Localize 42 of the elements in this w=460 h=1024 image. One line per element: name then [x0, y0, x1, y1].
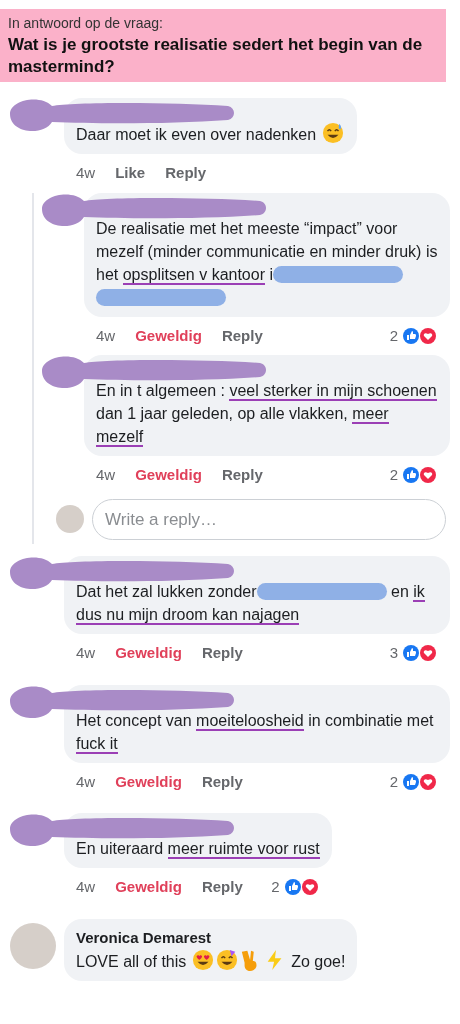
comment-time: 4w: [76, 771, 96, 792]
reaction-count: 2: [389, 465, 398, 485]
comment-text: Het concept van moeiteloosheid in combinatie met fuck it: [76, 710, 435, 755]
comment-text: Daar moet ik even over nadenken: [76, 122, 345, 146]
react-button[interactable]: Geweldig: [115, 642, 182, 665]
comment-time: 4w: [76, 877, 96, 897]
question-title: Wat is je grootste realisatie sedert het begin van de mastermind?: [8, 34, 424, 78]
reaction-icons[interactable]: [402, 772, 438, 791]
reply-button[interactable]: Reply: [165, 162, 207, 185]
reaction-count: 3: [389, 643, 398, 663]
react-button[interactable]: Geweldig: [135, 324, 202, 347]
reaction-icons[interactable]: [402, 644, 438, 663]
react-button[interactable]: Geweldig: [135, 464, 202, 487]
reaction-icons[interactable]: [402, 326, 438, 345]
reply-button[interactable]: Reply: [201, 642, 243, 665]
reply-button[interactable]: Reply: [201, 876, 243, 899]
comment-time: 4w: [76, 643, 96, 663]
comment-text: Dat het zal lukken zonder en ik dus nu mijn droom kan najagen: [76, 582, 426, 626]
reaction-count: 2: [389, 771, 398, 792]
heart-eyes-emoji-icon: [191, 949, 214, 971]
reaction-icons[interactable]: [283, 878, 320, 897]
comment-text: En in t algemeen : veel sterker in mijn schoenen dan 1 jaar geleden, op alle vlakken, meer mezelf: [96, 381, 438, 448]
reaction-icons[interactable]: [402, 466, 438, 485]
comment-text: De realisatie met het meeste “impact” voor mezelf (minder communicatie en minder druk) is het opsplitsen v kantoor i: [96, 216, 438, 309]
comment-time: 4w: [96, 325, 116, 346]
reply-button[interactable]: Reply: [201, 770, 243, 793]
react-button[interactable]: Geweldig: [115, 770, 182, 793]
react-button[interactable]: Like: [115, 162, 146, 185]
smiling-face-emoji-icon: [321, 122, 344, 144]
reply-button[interactable]: Reply: [221, 464, 263, 487]
react-button[interactable]: Geweldig: [115, 876, 182, 899]
author-name[interactable]: Veronica Demarest: [76, 926, 346, 949]
comment-text: En uiteraard meer ruimte voor rust: [76, 839, 320, 860]
reply-button[interactable]: Reply: [221, 324, 263, 347]
question-intro: In antwoord op de vraag:: [8, 14, 164, 33]
party-face-emoji-icon: [215, 949, 238, 971]
comment-time: 4w: [96, 465, 116, 485]
comment-time: 4w: [76, 163, 96, 183]
reaction-count: 2: [389, 325, 398, 346]
reaction-count: 2: [271, 877, 280, 897]
reply-field[interactable]: Write a reply…: [92, 498, 446, 540]
comment-text: LOVE all of this Zo goe!: [76, 949, 346, 973]
